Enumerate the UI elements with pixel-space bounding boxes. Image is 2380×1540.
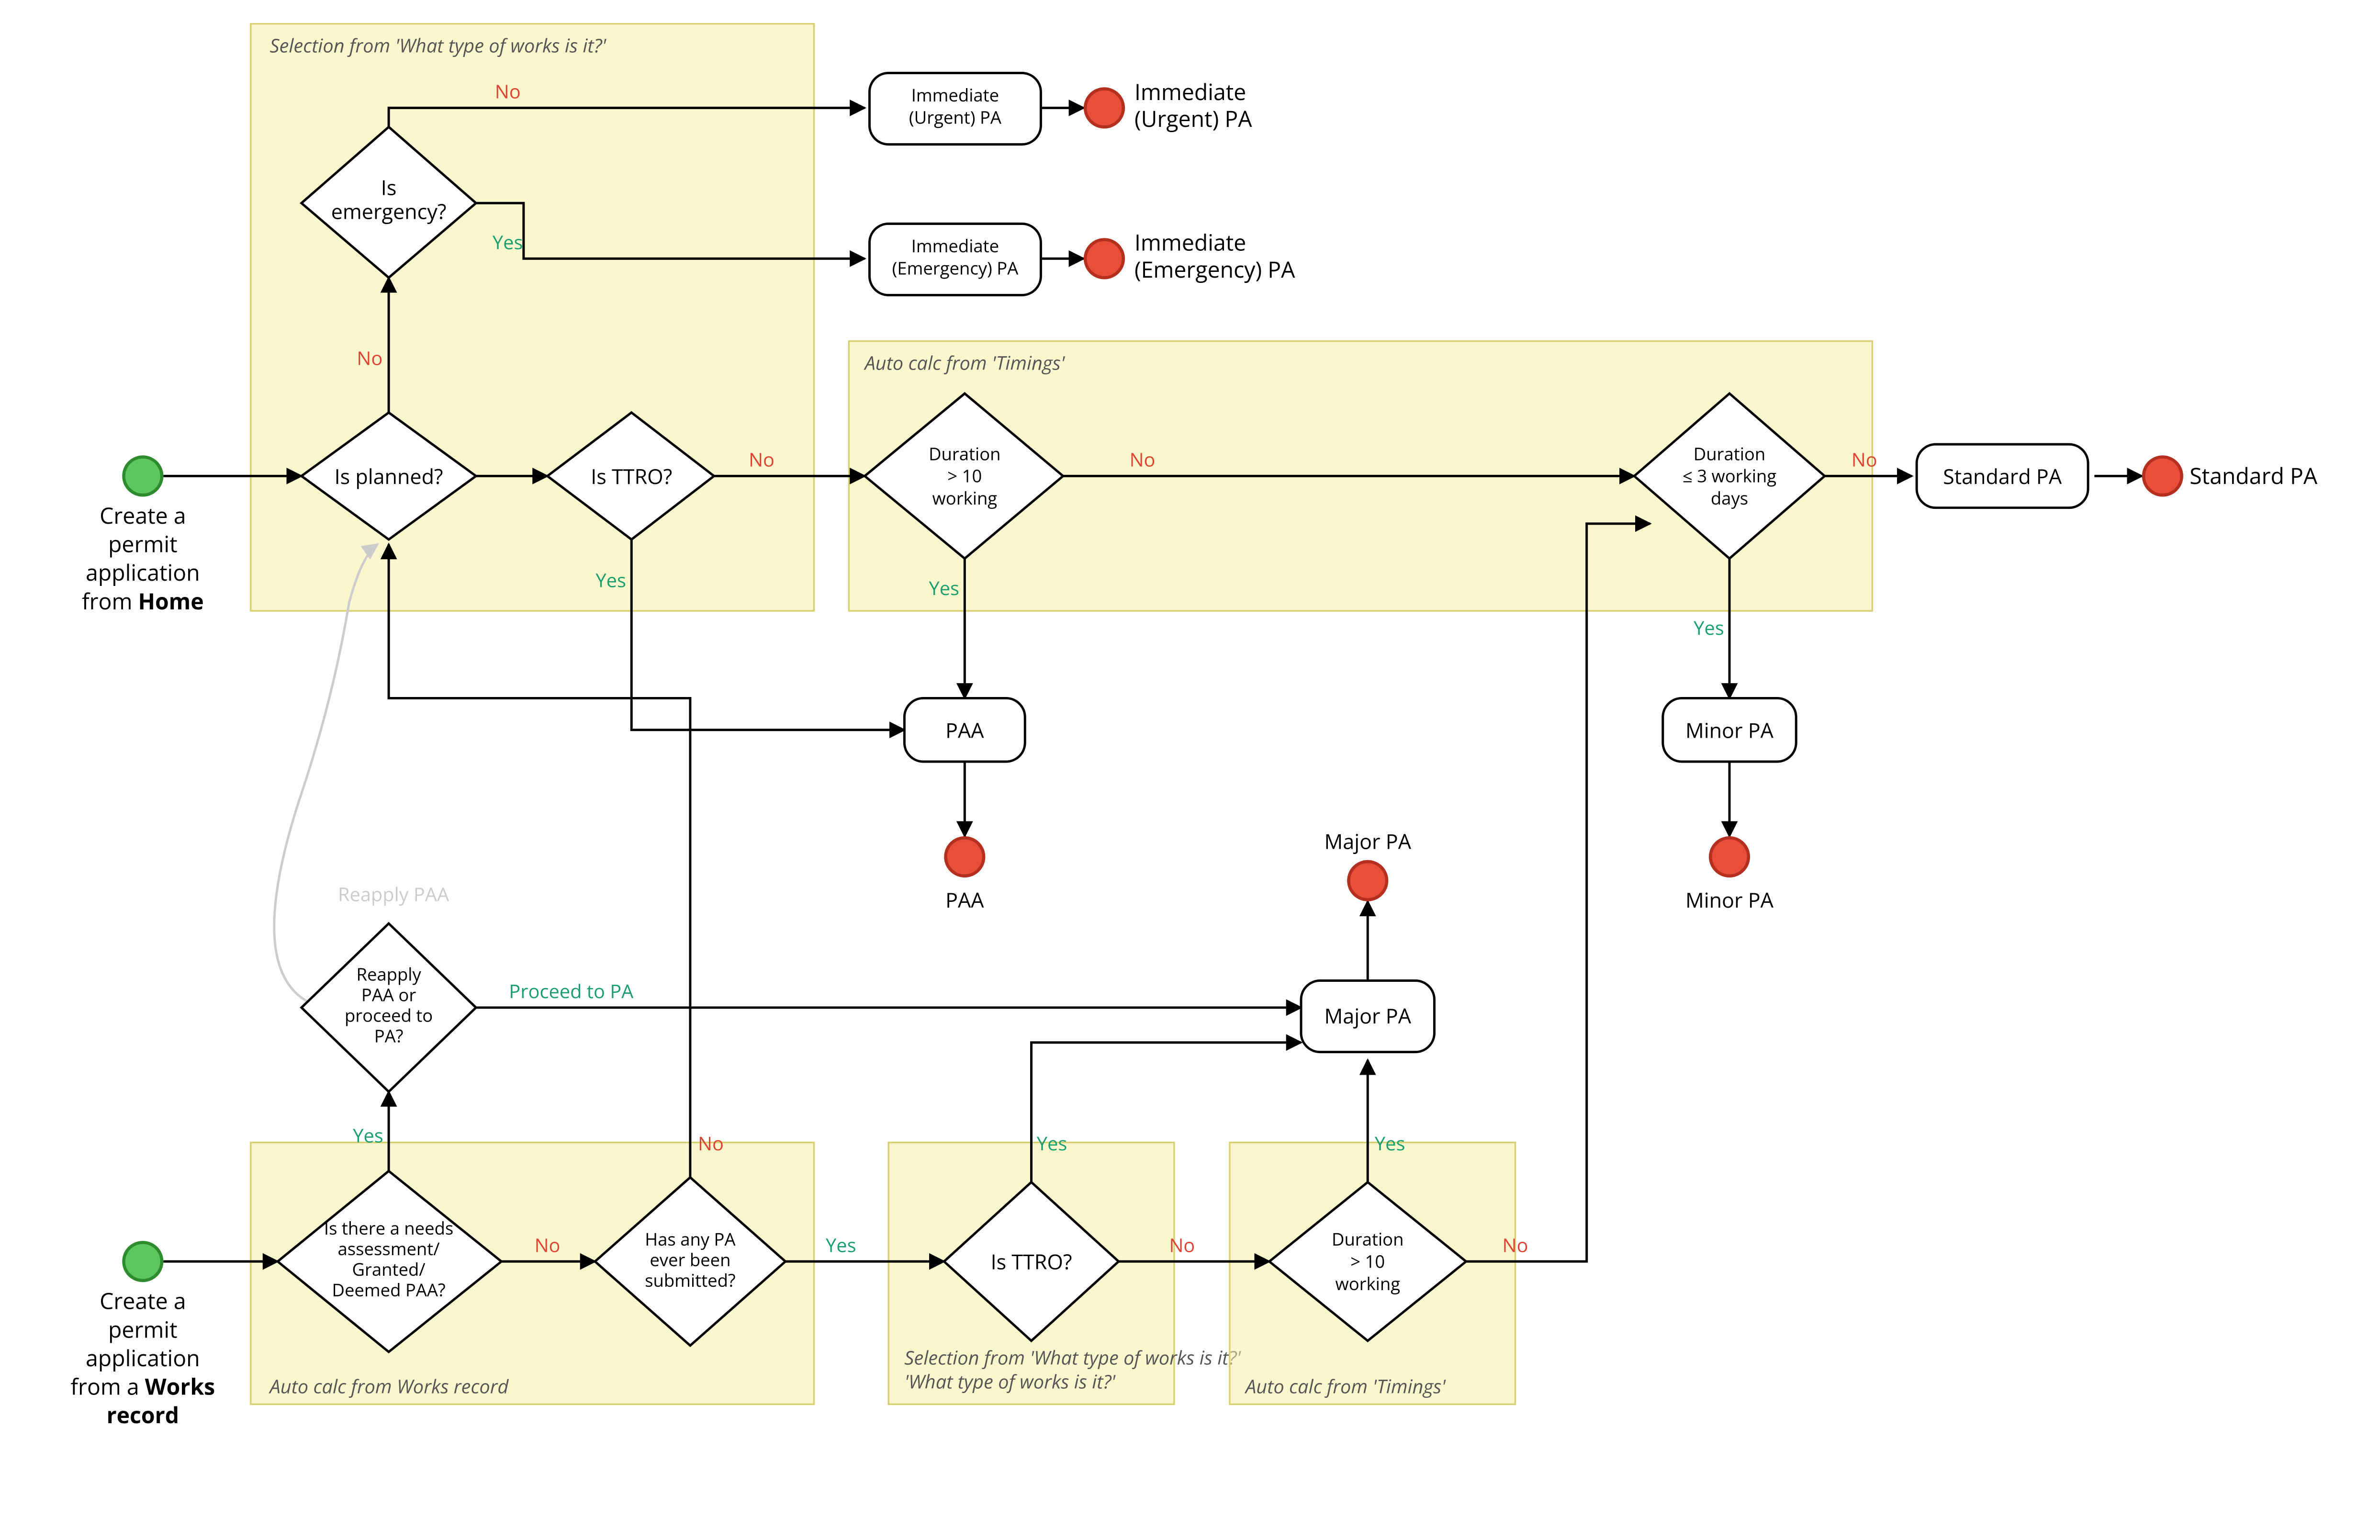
- start-home-label: application: [86, 557, 200, 587]
- end-major-label: Major PA: [1325, 827, 1412, 855]
- start-home-label: permit: [108, 528, 178, 559]
- edge-label-no: No: [495, 78, 521, 104]
- end-standard: [2144, 457, 2182, 495]
- svg-text:Immediate: Immediate: [911, 234, 999, 258]
- svg-text:> 10: > 10: [947, 464, 982, 488]
- node-paa: PAA: [904, 698, 1025, 762]
- svg-text:Is TTRO?: Is TTRO?: [591, 462, 672, 490]
- svg-text:Minor PA: Minor PA: [1685, 716, 1774, 744]
- svg-text:Major PA: Major PA: [1325, 1001, 1412, 1030]
- edge-label-yes: Yes: [493, 228, 523, 255]
- edge-label-yes: Yes: [1037, 1130, 1067, 1156]
- node-reapply: Reapply PAA or proceed to PA?: [302, 923, 476, 1091]
- svg-text:submitted?: submitted?: [645, 1268, 735, 1292]
- edge-label-proceed: Proceed to PA: [509, 978, 634, 1004]
- end-emergency-label: Immediate: [1134, 227, 1246, 258]
- start-works-label: Create a: [100, 1285, 186, 1316]
- svg-text:Is TTRO?: Is TTRO?: [991, 1248, 1072, 1276]
- svg-text:Deemed PAA?: Deemed PAA?: [332, 1278, 446, 1302]
- end-paa-label: PAA: [945, 886, 984, 914]
- edge-label-yes: Yes: [826, 1231, 856, 1258]
- end-emergency: [1085, 240, 1123, 278]
- edge-label-yes: Yes: [353, 1122, 383, 1148]
- end-major: [1348, 862, 1387, 900]
- edge-label-no: No: [698, 1130, 724, 1156]
- flowchart-canvas: Selection from 'What type of works is it…: [0, 0, 2380, 1539]
- edge-label-no: No: [535, 1231, 561, 1258]
- edge-label-reapply: Reapply PAA: [338, 881, 449, 907]
- group-label: Selection from 'What type of works is it…: [269, 32, 606, 58]
- end-paa: [946, 838, 984, 876]
- start-home-label: Create a: [100, 500, 186, 530]
- svg-text:(Urgent) PA: (Urgent) PA: [909, 105, 1002, 129]
- end-emergency-label: (Emergency) PA: [1134, 254, 1295, 284]
- svg-text:Duration: Duration: [929, 441, 1000, 465]
- end-standard-label: Standard PA: [2189, 460, 2318, 491]
- edge-label-no: No: [1130, 446, 1156, 472]
- start-works-label: record: [107, 1399, 179, 1430]
- group-label: Selection from 'What type of works is it…: [904, 1344, 1241, 1371]
- svg-text:> 10: > 10: [1350, 1249, 1385, 1273]
- svg-text:Duration: Duration: [1694, 441, 1765, 465]
- group-label: Auto calc from 'Timings': [863, 349, 1065, 375]
- svg-text:working: working: [932, 486, 998, 510]
- edge-label-yes: Yes: [1694, 614, 1724, 641]
- node-immediate-urgent: Immediate (Urgent) PA: [869, 73, 1041, 144]
- edge-label-no: No: [749, 446, 775, 472]
- svg-text:working: working: [1335, 1271, 1400, 1295]
- edge-label-no: No: [1169, 1231, 1195, 1258]
- edge-faded: [274, 544, 378, 1008]
- svg-text:Immediate: Immediate: [911, 83, 999, 107]
- start-works: [124, 1242, 162, 1281]
- edge-label-no: No: [1852, 446, 1877, 472]
- node-major: Major PA: [1301, 980, 1434, 1052]
- svg-text:days: days: [1711, 486, 1748, 510]
- svg-text:emergency?: emergency?: [331, 197, 447, 225]
- group-works-type-top: [251, 24, 814, 611]
- edge-label-yes: Yes: [595, 566, 626, 593]
- end-minor: [1710, 838, 1749, 876]
- edge-label-no: No: [357, 344, 382, 371]
- group-label: Auto calc from Works record: [268, 1372, 509, 1399]
- node-immediate-emergency: Immediate (Emergency) PA: [869, 224, 1041, 295]
- start-works-label: from a Works: [70, 1371, 215, 1402]
- svg-text:Standard PA: Standard PA: [1943, 462, 2062, 490]
- group-label-2: 'What type of works is it?': [904, 1368, 1116, 1394]
- edge-label-yes: Yes: [1375, 1130, 1405, 1156]
- start-home-label: from Home: [82, 585, 204, 616]
- edge-label-no: No: [1503, 1231, 1528, 1258]
- edge-label-yes: Yes: [929, 574, 959, 601]
- edge: [389, 544, 690, 1178]
- svg-text:PAA: PAA: [945, 716, 984, 744]
- start-works-label: application: [86, 1342, 200, 1373]
- node-standard: Standard PA: [1917, 444, 2088, 508]
- end-minor-label: Minor PA: [1685, 886, 1774, 914]
- svg-text:Duration: Duration: [1332, 1227, 1403, 1251]
- svg-text:PA?: PA?: [374, 1024, 404, 1048]
- start-home: [124, 457, 162, 495]
- group-label: Auto calc from 'Timings': [1244, 1372, 1446, 1399]
- svg-text:(Emergency) PA: (Emergency) PA: [892, 256, 1019, 280]
- node-minor: Minor PA: [1663, 698, 1796, 762]
- start-works-label: permit: [108, 1314, 178, 1344]
- end-urgent-label: (Urgent) PA: [1134, 103, 1252, 134]
- svg-text:≤ 3 working: ≤ 3 working: [1683, 464, 1776, 488]
- svg-text:Is planned?: Is planned?: [335, 462, 443, 490]
- end-urgent: [1085, 89, 1123, 127]
- end-urgent-label: Immediate: [1134, 76, 1246, 107]
